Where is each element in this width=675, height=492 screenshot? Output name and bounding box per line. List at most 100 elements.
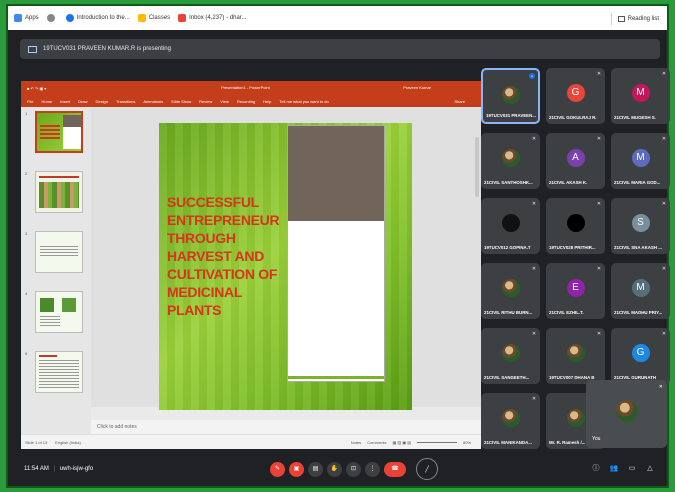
ppt-tab: Insert — [60, 98, 71, 104]
mic-off-icon: ✎ — [274, 465, 281, 472]
info-icon[interactable]: ⓘ — [591, 464, 601, 474]
meeting-code: uwh-isjw-gfo — [59, 466, 94, 472]
bookmark-apps[interactable]: Apps — [14, 14, 39, 22]
ppt-quick-access-icons: ■ ↶ ↷ ▣ ▾ — [27, 85, 47, 91]
bookmark-classes[interactable]: Classes — [137, 14, 170, 22]
mic-off-icon: ✕ — [531, 201, 537, 207]
mic-off-icon: ✕ — [596, 136, 602, 142]
mic-off-icon: ✕ — [531, 396, 537, 402]
slide-thumbnails: 1 2 3 4 5 — [21, 107, 91, 434]
comments-toggle: Comments — [367, 439, 387, 445]
activities-icon[interactable]: △ — [645, 464, 655, 474]
mic-off-icon: ✕ — [596, 71, 602, 77]
ppt-tab: Transitions — [115, 98, 136, 104]
globe-icon — [65, 14, 74, 22]
participant-tile[interactable]: M ✕ 21CIVIL MADHU PRIY... — [611, 263, 670, 319]
mic-toggle-button[interactable]: ✎ — [270, 461, 285, 477]
end-call-icon: ☎ — [391, 465, 399, 472]
participant-tile[interactable]: ✕ 19TUCV012 GOPINA.T — [481, 198, 540, 254]
present-screen-icon — [28, 45, 37, 53]
thumbnail-4: 4 — [25, 291, 83, 333]
camera-toggle-button[interactable]: ▣ — [289, 461, 304, 477]
mic-off-icon: ✕ — [661, 331, 667, 337]
participant-tile[interactable]: S ✕ 21CIVIL SNA AKASH ... — [611, 198, 670, 254]
participant-tile[interactable]: ✕ 19TUCV007 DHANA B — [546, 328, 605, 384]
participant-tile[interactable]: A ✕ 21CIVIL AKASH K. — [546, 133, 605, 189]
cursor-ring: ╱ — [416, 458, 438, 480]
participant-name: 21CIVIL AKASH K. — [549, 180, 588, 185]
participant-tile[interactable]: ✕ 19TUCV028 PRITHIR... — [546, 198, 605, 254]
zoom-slider — [416, 441, 457, 443]
participant-tile[interactable]: M ✕ 21CIVIL MUGESH S. — [611, 68, 670, 124]
meeting-details[interactable]: 11:54 AM | uwh-isjw-gfo — [24, 466, 93, 472]
mic-off-icon: ✕ — [531, 136, 537, 142]
slide-image-placeholder — [287, 125, 385, 382]
self-view[interactable]: You ✕ — [586, 380, 667, 448]
mic-off-icon: ✕ — [531, 266, 537, 272]
mic-off-icon: ✕ — [596, 331, 602, 337]
participant-avatar: M — [631, 84, 650, 102]
bookmarks-bar: Apps Introduction to the... Classes Inbo… — [8, 6, 667, 30]
participant-name: 21CIVIL SNA AKASH ... — [614, 245, 662, 250]
people-icon[interactable]: 👥 — [609, 464, 619, 474]
raise-hand-button[interactable]: ✋ — [327, 461, 342, 477]
participant-tile[interactable]: G ✕ 21CIVIL GURUNATH — [611, 328, 670, 384]
participant-tile[interactable]: ✕ 21CIVIL SANTHOSHK... — [481, 133, 540, 189]
language: English (India) — [55, 439, 81, 445]
participant-avatar: E — [566, 279, 585, 297]
participant-tile[interactable]: ✕ 21CIVIL RITHU BURN... — [481, 263, 540, 319]
participant-name: 19TUCV031 PRAVEEN... — [486, 113, 536, 118]
captions-button[interactable]: ▤ — [308, 461, 323, 477]
thumbnail-3: 3 — [25, 231, 83, 273]
slide-image-accent — [288, 376, 384, 379]
side-controls: ⓘ 👥 ▭ △ — [583, 464, 655, 474]
participant-tile[interactable]: M ✕ 21CIVIL MARIA GOD... — [611, 133, 670, 189]
participant-avatar — [566, 344, 585, 362]
present-button[interactable]: ⊡ — [346, 461, 361, 477]
mic-off-icon: ✕ — [658, 384, 663, 390]
end-call-button[interactable]: ☎ — [384, 461, 406, 477]
participant-avatar: M — [631, 279, 650, 297]
bookmark-inbox[interactable]: Inbox (4,237) - dhar... — [178, 14, 246, 22]
ppt-tab: Slide Show — [171, 98, 192, 104]
raise-hand-icon: ✋ — [330, 465, 339, 472]
thumbnail-image — [35, 351, 83, 393]
current-slide: SUCCESSFUL ENTREPRENEUR THROUGH HARVEST … — [159, 123, 412, 410]
participant-tile[interactable]: ✕ 21CIVIL MANIKANDA... — [481, 393, 540, 449]
mic-off-icon: ✕ — [661, 71, 667, 77]
mic-off-icon: ✕ — [596, 266, 602, 272]
more-options-button[interactable]: ⋮ — [365, 461, 380, 477]
presenting-banner: 19TUCV031 PRAVEEN KUMAR.R is presenting — [20, 39, 660, 59]
participant-name: 21CIVIL MANIKANDA... — [484, 440, 532, 445]
participant-tile[interactable]: G ✕ 21CIVIL GOKULRAJ R. — [546, 68, 605, 124]
participant-name: 19TUCV012 GOPINA.T — [484, 245, 531, 250]
bookmark-introduction[interactable]: Introduction to the... — [65, 14, 130, 22]
zoom-level: 80% — [462, 439, 471, 445]
mic-off-icon: ✕ — [531, 331, 537, 337]
chat-icon[interactable]: ▭ — [627, 464, 637, 474]
divider — [610, 13, 612, 25]
slide-title: SUCCESSFUL ENTREPRENEUR THROUGH HARVEST … — [167, 194, 280, 318]
participant-name: 21CIVIL SANTHOSHK... — [484, 180, 533, 185]
ppt-user: Praveen Kumar — [403, 85, 431, 90]
call-controls: ✎ ▣ ▤ ✋ ⊡ ⋮ ☎ ╱ — [270, 458, 442, 480]
participant-avatar — [566, 409, 585, 427]
participant-avatar: G — [631, 344, 650, 362]
more-icon: ⋮ — [369, 465, 376, 472]
ppt-tell-me: Tell me what you want to do — [279, 98, 329, 104]
reading-list-button[interactable]: Reading list — [610, 13, 659, 25]
ppt-ribbon-tabs: File Home Insert Draw Design Transitions… — [21, 95, 481, 107]
participant-avatar — [501, 279, 520, 297]
thumbnail-image — [35, 171, 83, 213]
slide-image-header — [288, 126, 384, 221]
participant-tile[interactable]: E ✕ 21CIVIL EZHIL.T. — [546, 263, 605, 319]
bookmark-site[interactable] — [46, 14, 58, 22]
apps-grid-icon — [14, 14, 22, 22]
pointer-icon: ╱ — [425, 467, 429, 473]
camera-off-icon: ▣ — [293, 465, 300, 472]
mic-off-icon: ✕ — [661, 136, 667, 142]
participant-tile[interactable]: ● 19TUCV031 PRAVEEN... — [481, 68, 540, 124]
ppt-window-title: Presentation1 - PowerPoint — [221, 85, 270, 90]
participant-tile[interactable]: ✕ 21CIVIL SANGEETH... — [481, 328, 540, 384]
classroom-icon — [137, 14, 146, 22]
